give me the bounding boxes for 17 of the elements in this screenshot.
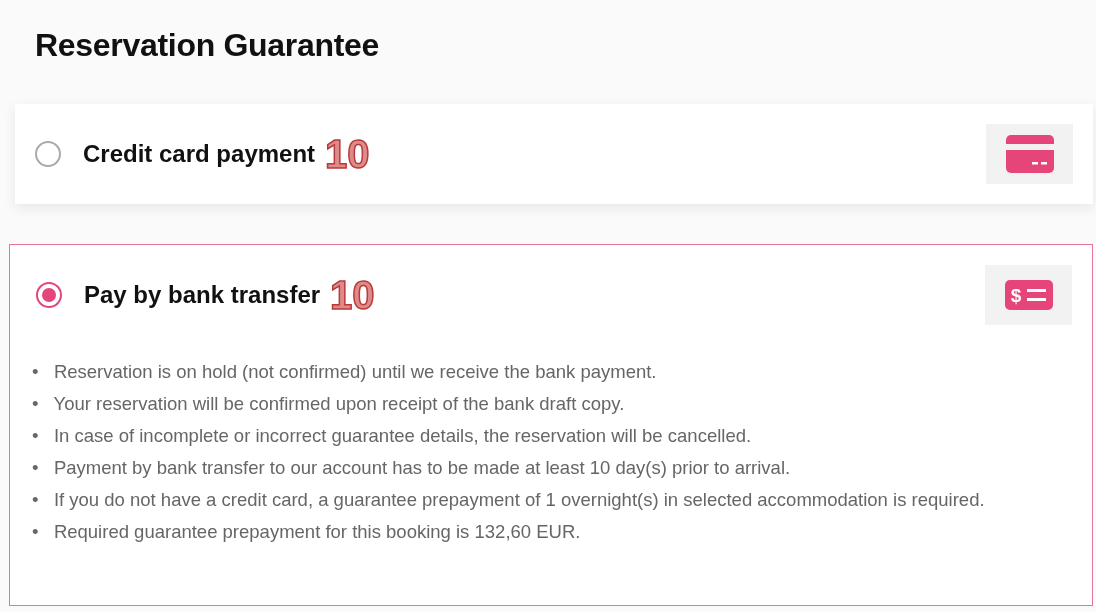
credit-card-icon bbox=[1005, 135, 1054, 174]
note-text: • Required guarantee prepayment for this booking is 132,60 EUR. bbox=[32, 520, 582, 545]
section-title: Reservation Guarantee bbox=[35, 26, 381, 65]
note-text: • Your reservation will be confirmed upon receipt of the bank draft copy. bbox=[32, 392, 626, 417]
annotation-number: 10 bbox=[330, 275, 375, 316]
payment-option-card[interactable] bbox=[9, 244, 1093, 607]
option-label: Pay by bank transfer bbox=[84, 280, 321, 311]
note-text: • In case of incomplete or incorrect guarantee details, the reservation will be cancelled. bbox=[32, 424, 753, 449]
dollar-sign: $ bbox=[1010, 285, 1021, 307]
note-text: • Payment by bank transfer to our account has to be made at least 10 day(s) prior to arrival. bbox=[32, 456, 792, 481]
note-text: • Reservation is on hold (not confirmed) until we receive the bank payment. bbox=[32, 360, 658, 385]
payment-option-card[interactable]: Credit card payment 10 bbox=[15, 104, 1093, 205]
option-label: Credit card payment bbox=[83, 139, 316, 170]
radio-button[interactable] bbox=[36, 282, 62, 309]
note-text: • If you do not have a credit card, a guarantee prepayment of 1 overnight(s) in selected accommodation is required. bbox=[32, 488, 986, 513]
annotation-number: 10 bbox=[325, 134, 370, 175]
radio-button[interactable] bbox=[35, 141, 61, 168]
